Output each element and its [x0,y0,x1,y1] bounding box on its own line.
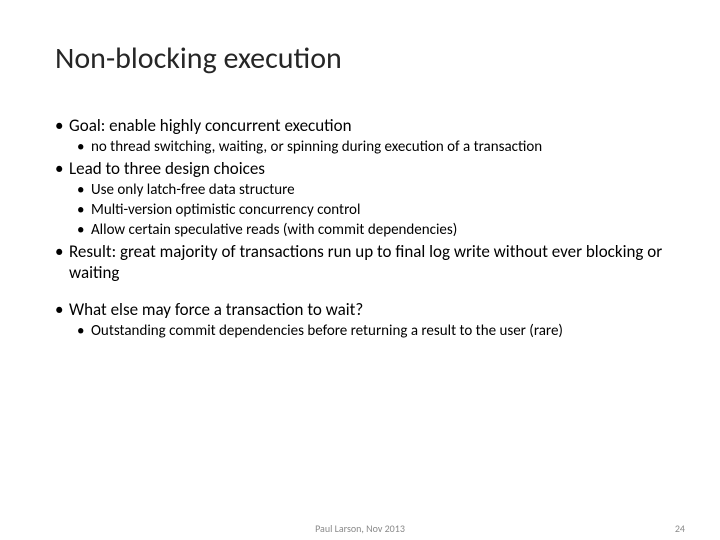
bullet-level2: • Allow certain speculative reads (with … [77,221,665,240]
bullet-level2: • no thread switching, waiting, or spinn… [77,138,665,157]
bullet-text: no thread switching, waiting, or spinnin… [91,138,665,157]
bullet-dot: • [55,158,69,179]
slide-body: • Goal: enable highly concurrent executi… [55,115,665,341]
bullet-level1: • Lead to three design choices [55,158,665,179]
bullet-dot: • [55,115,69,136]
bullet-level1: • What else may force a transaction to w… [55,299,665,320]
slide-title: Non-blocking execution [55,40,665,77]
bullet-dot: • [77,221,91,240]
bullet-dot: • [55,299,69,320]
bullet-text: Result: great majority of transactions r… [69,241,665,284]
bullet-level1: • Goal: enable highly concurrent executi… [55,115,665,136]
bullet-text: What else may force a transaction to wai… [69,299,665,320]
bullet-dot: • [77,322,91,341]
bullet-level2: • Multi-version optimistic concurrency c… [77,201,665,220]
bullet-dot: • [77,138,91,157]
footer-page-number: 24 [675,522,685,535]
bullet-dot: • [55,241,69,284]
bullet-text: Goal: enable highly concurrent execution [69,115,665,136]
bullet-text: Outstanding commit dependencies before r… [91,322,665,341]
bullet-level2: • Use only latch-free data structure [77,181,665,200]
bullet-text: Lead to three design choices [69,158,665,179]
bullet-text: Use only latch-free data structure [91,181,665,200]
bullet-text: Allow certain speculative reads (with co… [91,221,665,240]
bullet-level1: • Result: great majority of transactions… [55,241,665,284]
bullet-dot: • [77,181,91,200]
bullet-dot: • [77,201,91,220]
bullet-text: Multi-version optimistic concurrency con… [91,201,665,220]
bullet-level2: • Outstanding commit dependencies before… [77,322,665,341]
footer-author: Paul Larson, Nov 2013 [315,522,405,535]
